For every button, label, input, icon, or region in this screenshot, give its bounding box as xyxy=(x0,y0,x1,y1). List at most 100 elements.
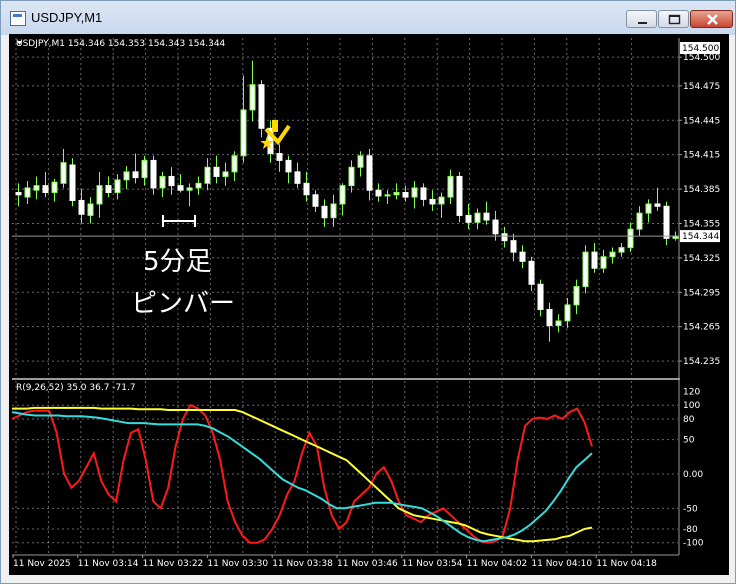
candle-body xyxy=(366,155,373,191)
indicator-tick-label: -100 xyxy=(683,539,704,549)
candle-body xyxy=(42,185,49,194)
time-tick-label: 11 Nov 03:46 xyxy=(337,559,398,569)
candle-body xyxy=(456,175,463,216)
candle-body xyxy=(582,251,589,288)
candle-body xyxy=(276,153,283,161)
candle-body xyxy=(546,308,553,327)
candle-body xyxy=(654,203,661,207)
candle-body xyxy=(618,247,625,253)
time-tick-label: 11 Nov 03:22 xyxy=(143,559,204,569)
annotation-line-2: ピンバー xyxy=(131,289,236,319)
candle-body xyxy=(447,175,454,198)
candle-body xyxy=(249,84,256,111)
time-tick-label: 11 Nov 04:10 xyxy=(531,559,592,569)
candle-body xyxy=(312,194,319,207)
candle-body xyxy=(393,192,400,196)
candle-body xyxy=(96,185,103,205)
candle-body xyxy=(213,166,220,177)
candle-body xyxy=(285,159,292,173)
price-highlight-label: 154.344 xyxy=(682,232,719,242)
price-tick-label: 154.445 xyxy=(683,116,720,126)
candle-body xyxy=(141,159,148,179)
time-tick-label: 11 Nov 04:02 xyxy=(467,559,528,569)
candle-body xyxy=(555,320,562,327)
candle-body xyxy=(609,251,616,258)
candle-body xyxy=(501,233,508,242)
candle-body xyxy=(258,84,265,129)
candle-body xyxy=(420,187,427,200)
candle-body xyxy=(123,171,130,181)
candle-body xyxy=(474,212,481,223)
candle-body xyxy=(438,196,445,205)
price-highlight-label: 154.500 xyxy=(682,44,719,54)
indicator-tick-label: 0.00 xyxy=(683,470,703,480)
indicator-tick-label: 100 xyxy=(683,401,700,411)
candle-body xyxy=(411,187,418,198)
candle-body xyxy=(402,192,409,198)
candle-body xyxy=(627,228,634,249)
price-tick-label: 154.265 xyxy=(683,323,720,333)
candle-body xyxy=(78,200,85,215)
candle-body xyxy=(69,164,76,202)
symbol-info: USDJPY,M1 154.346 154.353 154.343 154.34… xyxy=(16,39,226,49)
candle-body xyxy=(645,203,652,214)
candle-body xyxy=(132,171,139,179)
candle-body xyxy=(177,185,184,191)
indicator-tick-label: 120 xyxy=(683,387,700,397)
candle-body xyxy=(33,185,40,191)
time-tick-label: 11 Nov 03:30 xyxy=(207,559,268,569)
candle-body xyxy=(195,182,202,189)
candle-body xyxy=(51,181,58,194)
candle-body xyxy=(24,187,31,198)
time-tick-label: 11 Nov 04:18 xyxy=(596,559,657,569)
indicator-label: R(9,26,52) 35.0 36.7 -71.7 xyxy=(16,383,136,393)
candle-body xyxy=(564,304,571,322)
candle-body xyxy=(384,194,391,197)
candle-body xyxy=(222,171,229,177)
time-tick-label: 11 Nov 2025 xyxy=(13,559,71,569)
indicator-tick-label: 80 xyxy=(683,415,695,425)
candle-body xyxy=(339,185,346,205)
indicator-tick-label: -80 xyxy=(683,525,698,535)
time-tick-label: 11 Nov 03:14 xyxy=(78,559,139,569)
candle-body xyxy=(573,286,580,306)
candle-body xyxy=(465,214,472,223)
candle-body xyxy=(429,198,436,205)
candle-body xyxy=(375,189,382,197)
candle-body xyxy=(231,155,238,173)
candle-body xyxy=(600,256,607,269)
price-tick-label: 154.415 xyxy=(683,151,720,161)
indicator-tick-label: 50 xyxy=(683,436,695,446)
candle-body xyxy=(114,179,121,194)
candle-body xyxy=(186,187,193,191)
indicator-tick-label: -50 xyxy=(683,504,698,514)
candle-body xyxy=(537,283,544,310)
candle-body xyxy=(105,185,112,194)
candle-body xyxy=(636,212,643,230)
candle-body xyxy=(519,251,526,262)
candle-body xyxy=(483,212,490,221)
candle-body xyxy=(150,159,157,189)
price-chart[interactable]: 154.500 154.475 154.445 154.415 154.385 154.3… xyxy=(0,0,736,584)
candle-body xyxy=(303,182,310,196)
candle-body xyxy=(168,175,175,187)
candle-body xyxy=(528,260,535,285)
price-tick-label: 154.235 xyxy=(683,357,720,367)
time-tick-label: 11 Nov 03:38 xyxy=(272,559,333,569)
candle-body xyxy=(357,155,364,168)
candle-body xyxy=(348,166,355,187)
time-tick-label: 11 Nov 03:54 xyxy=(402,559,463,569)
price-tick-label: 154.385 xyxy=(683,185,720,195)
star-icon: ★ xyxy=(259,133,276,154)
candle-body xyxy=(87,203,94,216)
candle-body xyxy=(591,251,598,269)
candle-body xyxy=(492,219,499,235)
price-tick-label: 154.500 xyxy=(683,53,720,63)
candle-body xyxy=(510,240,517,253)
candle-body xyxy=(240,109,247,157)
price-tick-label: 154.325 xyxy=(683,254,720,264)
candle-body xyxy=(60,162,67,184)
candle-body xyxy=(294,171,301,184)
price-tick-label: 154.295 xyxy=(683,288,720,298)
candle-body xyxy=(663,205,670,239)
